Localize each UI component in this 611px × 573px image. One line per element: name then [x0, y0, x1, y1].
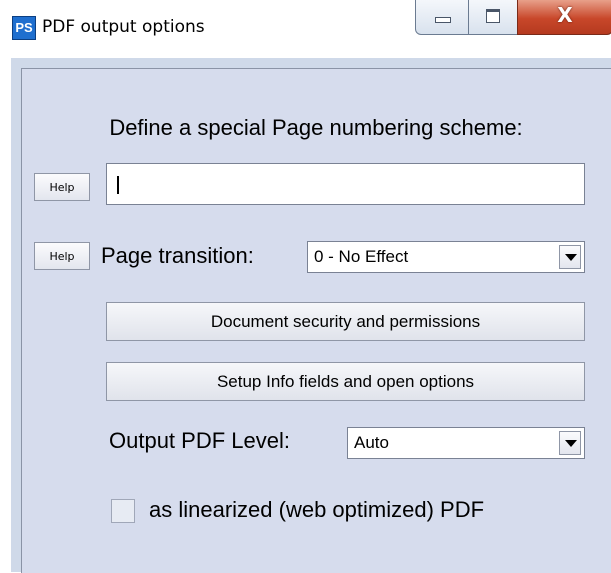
- ps-app-icon[interactable]: PS: [12, 16, 36, 40]
- page-transition-label: Page transition:: [101, 243, 254, 268]
- minimize-button[interactable]: [415, 0, 469, 35]
- window-title: PDF output options: [42, 17, 205, 37]
- output-level-label: Output PDF Level:: [109, 428, 290, 453]
- setup-info-button[interactable]: Setup Info fields and open options: [106, 362, 585, 401]
- page-transition-value: 0 - No Effect: [314, 247, 409, 266]
- close-button[interactable]: X: [517, 0, 611, 35]
- page-transition-help-button[interactable]: Help: [34, 242, 90, 270]
- linearized-checkbox[interactable]: [111, 499, 135, 523]
- page-numbering-help-button[interactable]: Help: [34, 173, 90, 201]
- title-bar[interactable]: PS PDF output options X: [0, 0, 611, 58]
- page-numbering-input[interactable]: [106, 163, 585, 205]
- document-security-button[interactable]: Document security and permissions: [106, 302, 585, 341]
- chevron-down-icon[interactable]: [559, 245, 581, 269]
- page-numbering-heading: Define a special Page numbering scheme:: [109, 115, 523, 140]
- maximize-button[interactable]: [468, 0, 518, 35]
- linearized-label[interactable]: as linearized (web optimized) PDF: [149, 497, 484, 523]
- maximize-icon: [486, 9, 500, 23]
- window-controls: X: [415, 0, 611, 36]
- output-level-select[interactable]: Auto: [347, 427, 585, 459]
- minimize-icon: [435, 17, 451, 23]
- text-caret: [117, 176, 119, 194]
- chevron-down-icon[interactable]: [559, 431, 581, 455]
- output-level-value: Auto: [354, 433, 389, 452]
- page-transition-select[interactable]: 0 - No Effect: [307, 241, 585, 273]
- close-icon: X: [557, 3, 573, 27]
